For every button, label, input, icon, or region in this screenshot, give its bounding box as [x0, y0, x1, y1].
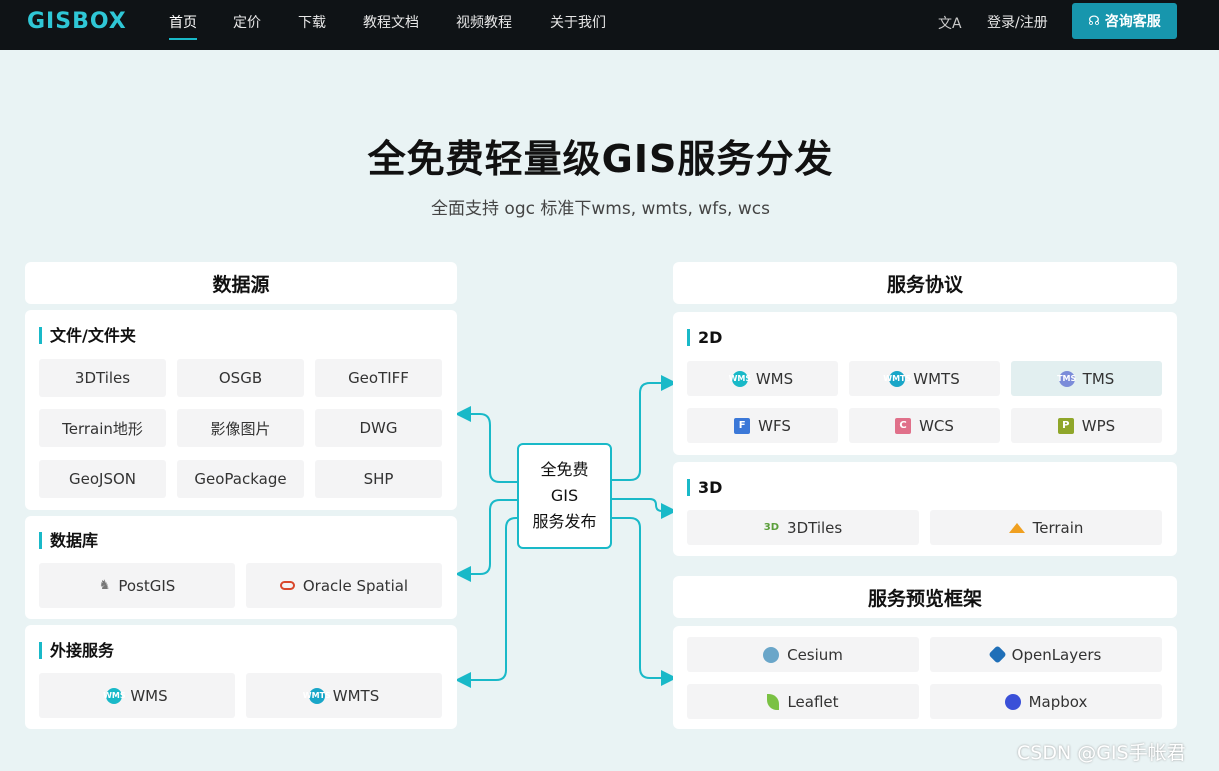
- chip-ext-wms[interactable]: WMS WMS: [39, 673, 235, 718]
- chip-2d-wmts[interactable]: WMTS WMTS: [849, 361, 1000, 396]
- protocol-header: 服务协议: [673, 262, 1177, 304]
- chip-3dtiles[interactable]: 3DTiles: [39, 359, 166, 397]
- section-2d-title: 2D: [687, 329, 722, 346]
- center-line-2: GIS: [550, 486, 579, 505]
- chip-2d-wps[interactable]: P WPS: [1011, 408, 1162, 443]
- chip-cesium[interactable]: Cesium: [687, 637, 919, 672]
- preview-framework-title: 服务预览框架: [867, 587, 982, 610]
- chip-2d-wms-label: WMS: [755, 369, 794, 388]
- wcs-icon: C: [895, 417, 912, 434]
- chip-dwg[interactable]: DWG: [315, 409, 442, 447]
- chip-mapbox-label: Mapbox: [1028, 692, 1088, 711]
- hero-subtitle: 全面支持 ogc 标准下wms, wmts, wfs, wcs: [431, 199, 770, 219]
- mountain-icon: [1008, 522, 1025, 533]
- watermark: CSDN @GIS手帐君: [1017, 742, 1186, 764]
- nav-docs[interactable]: 教程文档: [363, 12, 419, 32]
- consult-label: 咨询客服: [1104, 14, 1161, 30]
- chip-2d-wfs-label: WFS: [758, 416, 791, 435]
- headset-icon: ☊: [1088, 13, 1100, 29]
- chip-oracle-label: Oracle Spatial: [302, 576, 409, 595]
- oracle-icon: [279, 581, 295, 590]
- database-section-title: 数据库: [39, 532, 98, 549]
- nav-pricing[interactable]: 定价: [233, 12, 261, 32]
- nav-about[interactable]: 关于我们: [550, 12, 606, 32]
- globe-wms-icon: WMS: [103, 687, 126, 704]
- chip-leaflet[interactable]: Leaflet: [687, 684, 919, 719]
- consult-button[interactable]: ☊ 咨询客服: [1072, 3, 1177, 39]
- chip-imagery[interactable]: 影像图片: [177, 409, 304, 447]
- protocol-2d-panel: 2D WMS WMS WMTS WMTS TMS TMS F WFS C WCS…: [673, 312, 1177, 455]
- protocol-3d-panel: 3D 3D 3DTiles Terrain: [673, 462, 1177, 556]
- chip-2d-wcs[interactable]: C WCS: [849, 408, 1000, 443]
- preview-framework-panel: Cesium OpenLayers Leaflet Mapbox: [673, 626, 1177, 729]
- tiles3d-icon: 3D: [763, 522, 780, 533]
- chip-cesium-label: Cesium: [787, 645, 843, 664]
- elephant-icon: ♞: [98, 578, 111, 593]
- top-nav: GISBOX 首页 定价 下载 教程文档 视频教程 关于我们 文A 登录/注册 …: [0, 0, 1219, 50]
- globe-wmts-icon: WMTS: [303, 687, 331, 704]
- hero-title: 全免费轻量级GIS服务分发: [367, 137, 834, 181]
- wfs-icon: F: [734, 417, 751, 434]
- section-3d-title: 3D: [687, 479, 722, 496]
- database-panel: 数据库 ♞ PostGIS Oracle Spatial: [25, 516, 457, 619]
- external-services-panel: 外接服务 WMS WMS WMTS WMTS: [25, 625, 457, 729]
- globe-wmts-icon: WMTS: [883, 370, 911, 387]
- chip-ext-wmts[interactable]: WMTS WMTS: [246, 673, 442, 718]
- chip-2d-wms[interactable]: WMS WMS: [687, 361, 838, 396]
- chip-geotiff[interactable]: GeoTIFF: [315, 359, 442, 397]
- preview-framework-header: 服务预览框架: [673, 576, 1177, 618]
- chip-openlayers[interactable]: OpenLayers: [930, 637, 1162, 672]
- files-section-title: 文件/文件夹: [39, 327, 136, 344]
- chip-openlayers-label: OpenLayers: [1011, 645, 1102, 664]
- chip-terrain[interactable]: Terrain地形: [39, 409, 166, 447]
- chip-osgb[interactable]: OSGB: [177, 359, 304, 397]
- language-icon[interactable]: 文A: [938, 13, 962, 33]
- globe-wms-icon: WMS: [729, 370, 751, 387]
- chip-3d-terrain-label: Terrain: [1032, 518, 1084, 537]
- chip-2d-wmts-label: WMTS: [913, 369, 960, 388]
- chip-geopackage[interactable]: GeoPackage: [177, 460, 304, 498]
- chip-2d-tms[interactable]: TMS TMS: [1011, 361, 1162, 396]
- center-publish-box: 全免费 GIS 服务发布: [517, 443, 612, 549]
- mapbox-icon: [1004, 693, 1021, 710]
- wps-icon: P: [1057, 417, 1074, 434]
- chip-3d-terrain[interactable]: Terrain: [930, 510, 1162, 545]
- logo[interactable]: GISBOX: [27, 9, 127, 34]
- chip-postgis[interactable]: ♞ PostGIS: [39, 563, 235, 608]
- chip-3d-3dtiles[interactable]: 3D 3DTiles: [687, 510, 919, 545]
- globe-tms-icon: TMS: [1057, 370, 1076, 387]
- protocol-title: 服务协议: [886, 273, 963, 296]
- chip-mapbox[interactable]: Mapbox: [930, 684, 1162, 719]
- openlayers-icon: [987, 645, 1007, 664]
- leaf-icon: [767, 693, 780, 710]
- nav-videos[interactable]: 视频教程: [456, 12, 512, 32]
- chip-3d-3dtiles-label: 3DTiles: [787, 518, 843, 537]
- nav-download[interactable]: 下载: [298, 12, 326, 32]
- chip-2d-wfs[interactable]: F WFS: [687, 408, 838, 443]
- center-line-1: 全免费: [540, 460, 589, 479]
- chip-ext-wms-label: WMS: [130, 686, 168, 705]
- chip-2d-wcs-label: WCS: [919, 416, 954, 435]
- chip-ext-wmts-label: WMTS: [332, 686, 380, 705]
- chip-2d-wps-label: WPS: [1081, 416, 1116, 435]
- login-register-link[interactable]: 登录/注册: [987, 12, 1048, 32]
- datasource-header: 数据源: [25, 262, 457, 304]
- cesium-icon: [763, 646, 780, 663]
- chip-postgis-label: PostGIS: [118, 576, 176, 595]
- chip-shp[interactable]: SHP: [315, 460, 442, 498]
- chip-geojson[interactable]: GeoJSON: [39, 460, 166, 498]
- nav-home[interactable]: 首页: [169, 12, 197, 40]
- chip-oracle-spatial[interactable]: Oracle Spatial: [246, 563, 442, 608]
- files-panel: 文件/文件夹 3DTiles OSGB GeoTIFF Terrain地形 影像…: [25, 310, 457, 510]
- external-section-title: 外接服务: [39, 642, 114, 659]
- datasource-title: 数据源: [212, 273, 270, 296]
- chip-2d-tms-label: TMS: [1082, 369, 1115, 388]
- center-line-3: 服务发布: [532, 512, 597, 531]
- chip-leaflet-label: Leaflet: [787, 692, 839, 711]
